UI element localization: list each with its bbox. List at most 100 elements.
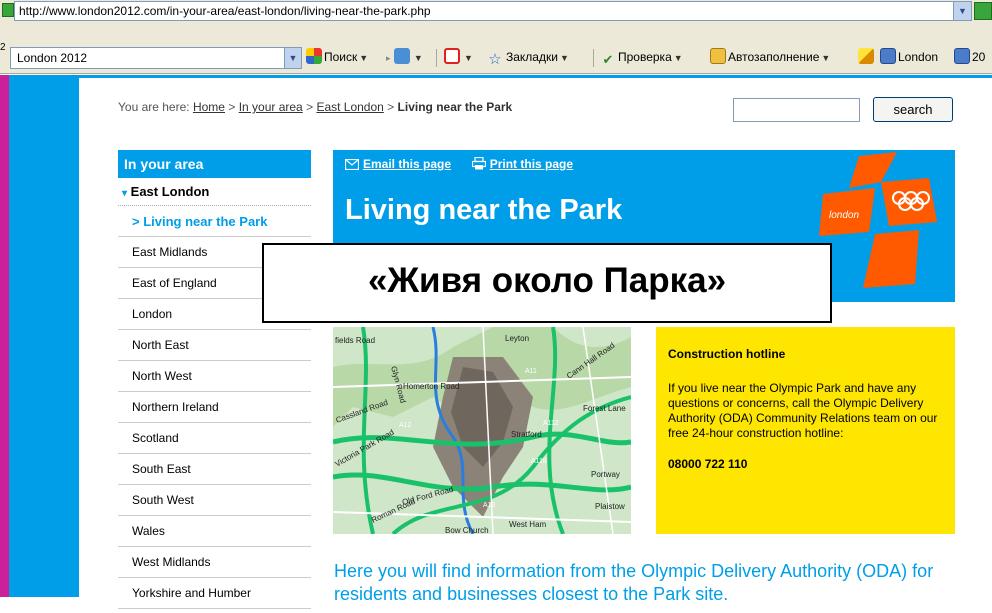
map-label: Stratford	[511, 430, 542, 439]
map-label: Portway	[591, 470, 620, 479]
chevron-down-icon: ▼	[413, 53, 423, 63]
map-label: Forest Lane	[583, 404, 626, 413]
page-left-blue-strip	[9, 75, 79, 597]
spellcheck-icon: ✔	[602, 52, 614, 67]
search-toolbar: 2 London 2012 ▼ Поиск ▼ ▸ ▼ ▼ ☆ Закладки ▼ …	[0, 40, 992, 74]
map-label: A13	[483, 502, 496, 509]
star-icon: ☆	[488, 51, 502, 68]
intro-paragraph: Here you will find information from the …	[334, 561, 934, 604]
toolbar-search-value: London 2012	[17, 51, 88, 65]
chevron-down-icon: ▼	[821, 53, 831, 63]
hotline-title: Construction hotline	[668, 347, 786, 361]
spellcheck-button[interactable]: ✔ Проверка ▼	[600, 46, 683, 68]
map-graphic: fields Road Glyn Road Homerton Road Leyt…	[333, 327, 631, 534]
toolbar-search-button[interactable]: Поиск ▼	[306, 46, 368, 68]
logo-text: london	[829, 210, 859, 221]
map-label: Homerton Road	[403, 382, 459, 391]
breadcrumb-east-london-link[interactable]: East London	[316, 100, 383, 114]
breadcrumb-current: Living near the Park	[397, 100, 513, 114]
breadcrumb-separator: >	[306, 100, 314, 114]
highlight-button[interactable]	[858, 46, 876, 68]
magnifier-icon	[880, 48, 896, 64]
site-search-input[interactable]	[733, 98, 860, 122]
search-word-truncated-label: 20	[972, 50, 986, 64]
go-button[interactable]	[974, 2, 992, 20]
left-navigation: In your area ▾ East London > Living near…	[118, 150, 311, 609]
breadcrumb: You are here: Home > In your area > East…	[118, 100, 512, 114]
nav-item-scotland[interactable]: Scotland	[118, 423, 311, 454]
breadcrumb-in-your-area-link[interactable]: In your area	[239, 100, 303, 114]
page-tools: Email this page Print this page	[345, 157, 573, 171]
toolbar-divider	[593, 49, 594, 67]
site-search-button[interactable]: search	[873, 97, 953, 122]
highlighter-icon	[858, 48, 874, 64]
breadcrumb-home-link[interactable]: Home	[193, 100, 225, 114]
london-2012-logo: london	[819, 152, 937, 288]
nav-item-west-midlands[interactable]: West Midlands	[118, 547, 311, 578]
breadcrumb-separator: >	[228, 100, 236, 114]
construction-hotline-box: Construction hotline If you live near th…	[656, 327, 955, 534]
toolbar-search-word-london[interactable]: London	[880, 46, 938, 68]
map-label: Bow Church	[445, 526, 489, 534]
area-map[interactable]: fields Road Glyn Road Homerton Road Leyt…	[333, 327, 631, 534]
nav-item-living-near-the-park[interactable]: > Living near the Park	[118, 206, 311, 237]
chevron-down-icon: ▾	[122, 188, 128, 199]
hotline-phone-number: 08000 722 110	[668, 457, 748, 471]
popup-blocker-button[interactable]: ▼	[444, 46, 473, 68]
nav-item-northern-ireland[interactable]: Northern Ireland	[118, 392, 311, 423]
chevron-right-icon: ▸	[386, 53, 391, 63]
bookmarks-button[interactable]: ☆ Закладки ▼	[486, 46, 569, 68]
bookmarks-label: Закладки	[506, 50, 558, 64]
printer-icon	[471, 157, 486, 170]
nav-item-label: East London	[130, 184, 210, 199]
map-label: A12	[399, 422, 412, 429]
spellcheck-label: Проверка	[618, 50, 672, 64]
toolbar-search-input[interactable]: London 2012 ▼	[10, 47, 302, 69]
search-word-label: London	[898, 50, 939, 64]
nav-item-south-west[interactable]: South West	[118, 485, 311, 516]
address-dropdown-icon[interactable]: ▼	[953, 2, 971, 20]
toolbar-number: 2	[0, 42, 6, 53]
map-label: Leyton	[505, 334, 529, 343]
autofill-icon	[710, 48, 726, 64]
browser-address-bar: http://www.london2012.com/in-your-area/e…	[0, 0, 992, 40]
chevron-down-icon: ▼	[673, 53, 683, 63]
map-label: West Ham	[509, 520, 547, 529]
address-url: http://www.london2012.com/in-your-area/e…	[19, 4, 431, 18]
map-label: fields Road	[335, 336, 375, 345]
translation-caption: «Живя около Парка»	[367, 261, 727, 300]
search-logo-icon	[306, 48, 322, 64]
toolbar-search-label: Поиск	[324, 50, 358, 64]
autofill-label: Автозаполнение	[728, 50, 820, 64]
autofill-button[interactable]: Автозаполнение ▼	[710, 46, 830, 68]
page-title: Living near the Park	[345, 194, 623, 226]
envelope-icon	[345, 159, 359, 170]
breadcrumb-separator: >	[387, 100, 395, 114]
map-label: A118	[531, 458, 547, 465]
nav-item-north-west[interactable]: North West	[118, 361, 311, 392]
hotline-body: If you live near the Olympic Park and ha…	[668, 381, 938, 440]
address-input[interactable]: http://www.london2012.com/in-your-area/e…	[14, 1, 972, 21]
map-label: A11	[525, 368, 537, 375]
toolbar-search-word-truncated[interactable]: 20	[954, 46, 985, 68]
plus-cross-icon	[393, 48, 410, 64]
nav-item-east-london[interactable]: ▾ East London	[118, 178, 311, 206]
nav-item-north-east[interactable]: North East	[118, 330, 311, 361]
popup-blocker-icon	[444, 48, 460, 64]
page-favicon-icon	[2, 3, 14, 17]
toolbar-search-dropdown-icon[interactable]: ▼	[284, 48, 301, 68]
toolbar-addon-button[interactable]: ▸ ▼	[386, 46, 423, 68]
translation-caption-box: «Живя около Парка»	[262, 243, 832, 323]
nav-item-south-east[interactable]: South East	[118, 454, 311, 485]
nav-heading: In your area	[118, 150, 311, 178]
chevron-down-icon: ▼	[359, 53, 369, 63]
chevron-down-icon: ▼	[559, 53, 569, 63]
map-label: A112	[543, 420, 559, 427]
email-this-page-link[interactable]: Email this page	[363, 157, 451, 171]
print-this-page-link[interactable]: Print this page	[490, 157, 573, 171]
page-left-magenta-strip	[0, 75, 9, 597]
page-top-rule	[79, 75, 992, 78]
toolbar-divider	[436, 49, 437, 67]
nav-item-yorkshire-and-humber[interactable]: Yorkshire and Humber	[118, 578, 311, 609]
nav-item-wales[interactable]: Wales	[118, 516, 311, 547]
